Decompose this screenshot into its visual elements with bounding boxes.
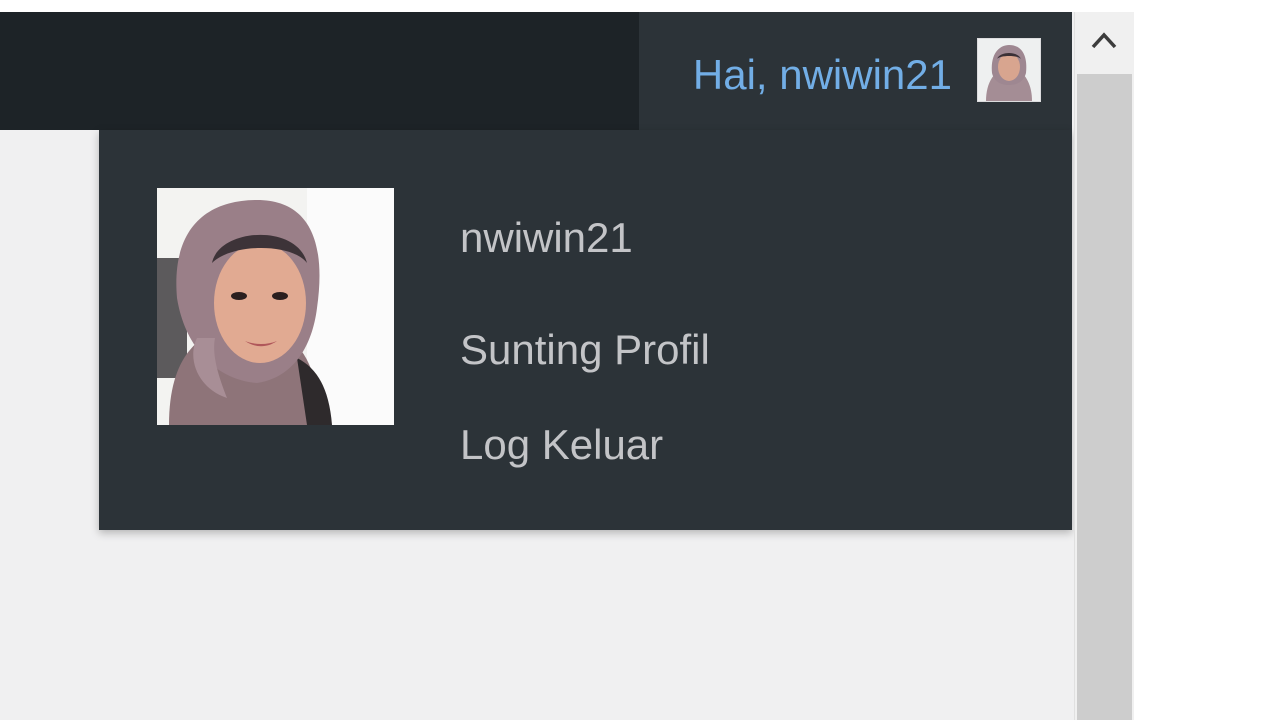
user-avatar-icon xyxy=(978,39,1040,101)
account-greeting[interactable]: Hai, nwiwin21 xyxy=(693,50,952,100)
account-dropdown-menu: nwiwin21 Sunting Profil Log Keluar xyxy=(99,130,1072,530)
admin-bar xyxy=(0,12,639,130)
scroll-up-button[interactable] xyxy=(1075,12,1134,74)
scrollbar-thumb[interactable] xyxy=(1077,74,1132,720)
user-avatar-small[interactable] xyxy=(977,38,1041,102)
user-photo-icon xyxy=(157,188,394,425)
window-top-strip xyxy=(0,0,1280,12)
log-out-link[interactable]: Log Keluar xyxy=(460,420,663,470)
user-avatar-large[interactable] xyxy=(157,188,394,425)
chevron-up-icon xyxy=(1091,32,1117,49)
profile-username-link[interactable]: nwiwin21 xyxy=(460,213,633,263)
vertical-scrollbar[interactable] xyxy=(1074,12,1134,720)
edit-profile-link[interactable]: Sunting Profil xyxy=(460,325,710,375)
my-account-menu-item[interactable]: Hai, nwiwin21 xyxy=(639,12,1072,130)
